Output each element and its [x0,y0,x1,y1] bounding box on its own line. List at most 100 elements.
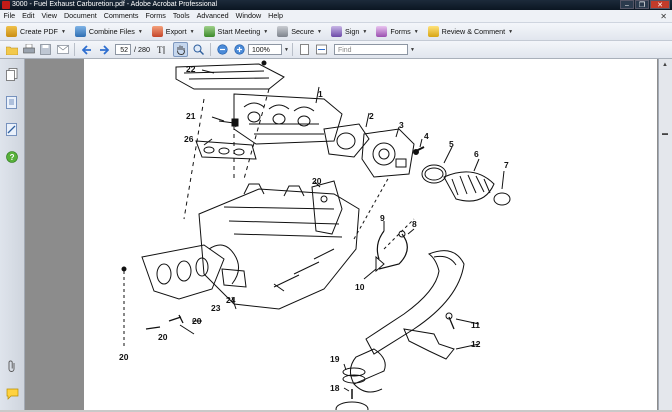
part-label: 19 [330,354,340,364]
chevron-down-icon: ▼ [317,28,322,35]
chevron-down-icon: ▼ [137,28,143,35]
acrobat-app-icon[interactable] [2,1,10,9]
part-label: 8 [412,219,417,229]
page-total-label: / 280 [134,45,150,54]
paperclip-icon[interactable] [6,360,18,372]
sign-button[interactable]: Sign ▼ [328,24,370,39]
part-label: 18 [330,383,340,393]
chevron-down-icon[interactable]: ▼ [284,47,289,53]
window-controls: – ❐ ✕ [619,0,670,10]
start-meeting-button[interactable]: Start Meeting ▼ [201,24,272,39]
open-folder-icon[interactable] [5,43,18,56]
menu-advanced[interactable]: Advanced [193,10,232,22]
menu-edit[interactable]: Edit [19,10,38,22]
start-meeting-icon [203,26,215,37]
menu-bar: File Edit View Document Comments Forms T… [0,10,672,23]
part-label: 20 [158,332,168,342]
combine-files-button[interactable]: Combine Files ▼ [72,24,146,39]
next-page-icon[interactable] [97,43,110,56]
print-icon[interactable] [22,43,35,56]
comments-icon[interactable] [6,388,19,400]
zoom-out-icon[interactable] [216,43,229,56]
part-label: 24 [226,295,236,305]
part-label: 22 [186,64,196,74]
create-pdf-button[interactable]: Create PDF ▼ [3,24,69,39]
page-number-input[interactable]: 52 [115,44,131,55]
marquee-zoom-icon[interactable] [192,43,205,56]
part-label: 4 [424,131,429,141]
chevron-down-icon: ▼ [263,28,269,35]
toolbar-separator [74,43,75,56]
combine-files-label: Combine Files [88,27,135,36]
zoom-in-icon[interactable] [233,43,246,56]
close-button[interactable]: ✕ [650,0,670,9]
part-number-labels: 22 1 2 3 4 5 6 7 21 26 20 9 8 10 24 23 2… [119,64,509,393]
previous-page-icon[interactable] [80,43,93,56]
split-icon[interactable]: ▬ [662,131,670,139]
document-close-icon[interactable]: ✕ [660,12,672,21]
navigation-toolbar: 52 / 280 T 100% ▼ Find ▼ [0,41,672,59]
combine-files-icon [74,26,86,37]
part-label: 21 [186,111,196,121]
create-pdf-label: Create PDF [20,27,58,36]
maximize-button[interactable]: ❐ [635,0,649,9]
toolbar-separator [291,43,293,56]
email-icon[interactable] [56,43,69,56]
fit-page-icon[interactable] [298,43,311,56]
toolbar-separator [210,43,211,56]
save-icon[interactable] [39,43,52,56]
title-bar: 3000 - Fuel Exhaust Carburetion.pdf - Ad… [0,0,672,10]
hand-tool-icon[interactable] [173,42,188,57]
chevron-down-icon: ▼ [362,28,368,35]
menu-comments[interactable]: Comments [100,10,142,22]
scroll-up-icon[interactable]: ▲ [662,62,670,70]
menu-document[interactable]: Document [60,10,100,22]
zoom-level-input[interactable]: 100% [248,44,282,55]
part-label: 5 [449,139,454,149]
document-viewer[interactable]: 22 1 2 3 4 5 6 7 21 26 20 9 8 10 24 23 2… [25,59,658,412]
review-comment-button[interactable]: Review & Comment ▼ [425,24,516,39]
signatures-icon[interactable] [6,123,18,136]
attachments-icon[interactable] [6,96,18,109]
forms-icon [376,26,388,37]
review-comment-icon [427,26,439,37]
minimize-button[interactable]: – [620,0,634,9]
chevron-down-icon: ▼ [508,28,514,35]
svg-text:T: T [157,45,163,55]
part-label: 6 [474,149,479,159]
menu-forms[interactable]: Forms [142,10,169,22]
secure-button[interactable]: Secure ▼ [274,24,325,39]
chevron-down-icon: ▼ [189,28,195,35]
menu-tools[interactable]: Tools [169,10,193,22]
part-label: 9 [380,213,385,223]
part-label: 20 [119,352,129,362]
lock-icon [277,26,289,37]
part-label: 10 [355,282,365,292]
menu-file[interactable]: File [0,10,19,22]
menu-view[interactable]: View [38,10,60,22]
part-label: 23 [211,303,221,313]
pages-icon[interactable] [6,68,18,81]
part-label: 11 [471,320,480,330]
vertical-scrollbar[interactable]: ▲ ▬ [658,59,672,410]
select-text-icon[interactable]: T [156,43,169,56]
forms-button[interactable]: Forms ▼ [373,24,421,39]
forms-label: Forms [390,27,411,36]
fit-width-icon[interactable] [315,43,328,56]
start-meeting-label: Start Meeting [217,27,261,36]
part-label: 2 [369,111,374,121]
menu-window[interactable]: Window [232,10,265,22]
export-button[interactable]: Export ▼ [149,24,198,39]
chevron-down-icon[interactable]: ▼ [410,47,415,53]
exhaust-diagram: 22 1 2 3 4 5 6 7 21 26 20 9 8 10 24 23 2… [119,60,511,412]
chevron-down-icon: ▼ [60,28,66,35]
part-label: 26 [184,134,194,144]
navigation-panel: ? [0,59,25,410]
window-title: 3000 - Fuel Exhaust Carburetion.pdf - Ad… [12,1,218,8]
help-icon[interactable]: ? [6,151,18,163]
part-label: 7 [504,160,509,170]
part-label: 20 [192,316,202,326]
find-input[interactable]: Find [333,44,408,55]
menu-help[interactable]: Help [265,10,287,22]
pdf-page: 22 1 2 3 4 5 6 7 21 26 20 9 8 10 24 23 2… [84,59,657,412]
